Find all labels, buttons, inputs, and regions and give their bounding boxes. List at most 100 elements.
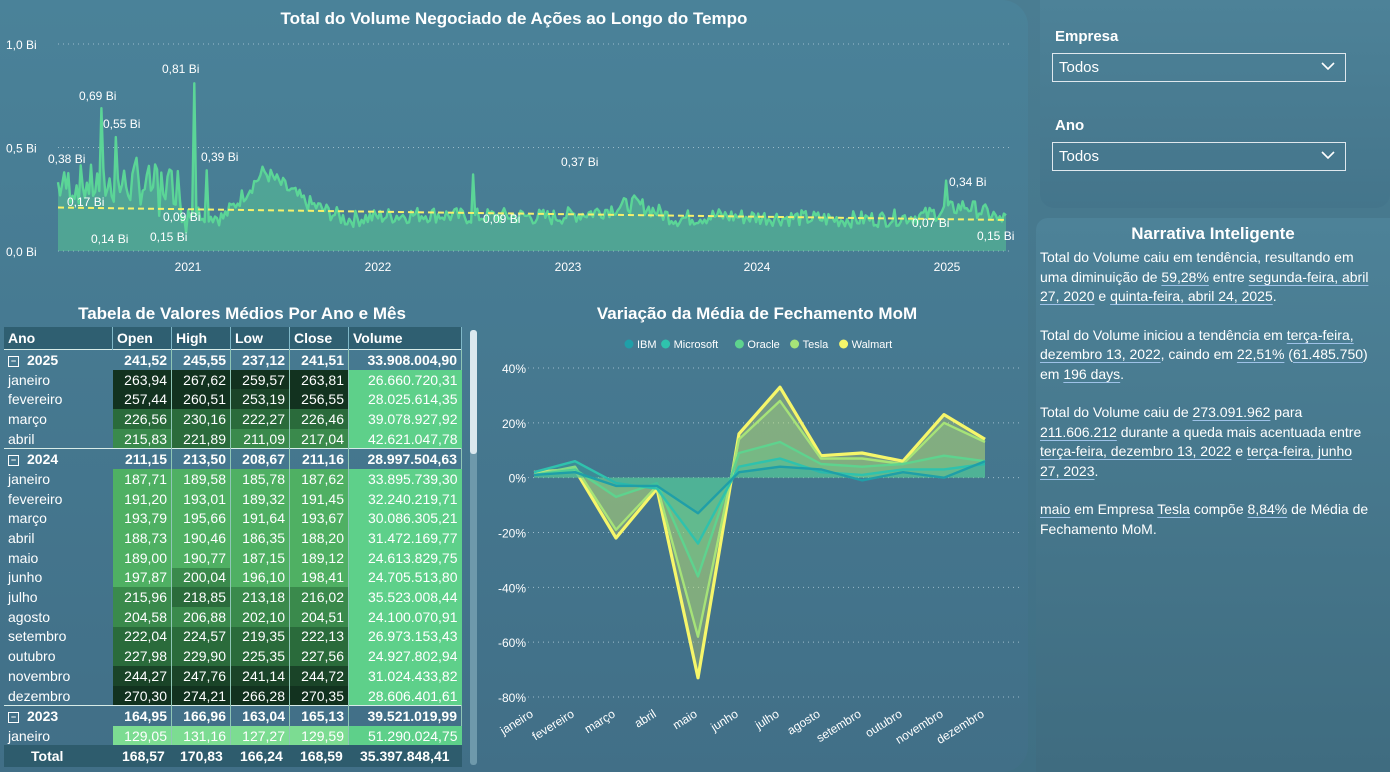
collapse-icon[interactable]: − [8, 455, 19, 467]
ano-label: Ano [1055, 117, 1085, 134]
y-tick-label: -80% [498, 691, 526, 705]
cell-volume: 33.908.004,90 [348, 348, 462, 370]
cell-open: 215,83 [112, 428, 172, 449]
narrative-title: Narrativa Inteligente [1131, 224, 1295, 243]
data-label: 0,09 Bi [163, 210, 200, 224]
table-month-row[interactable]: março 193,79 195,66 191,64 193,67 30.086.305,… [4, 508, 462, 529]
cell-close: 211,16 [289, 448, 349, 470]
table-year-row[interactable]: −2023 164,95 166,96 163,04 165,13 39.521.019,… [4, 705, 462, 727]
cell-volume: 24.927.802,94 [348, 646, 462, 666]
cell-low: 259,57 [230, 369, 290, 390]
table-month-row[interactable]: fevereiro 257,44 260,51 253,19 256,55 28.025.… [4, 389, 462, 410]
total-label: Total [31, 748, 64, 764]
table-month-row[interactable]: março 226,56 230,16 222,27 226,46 39.078.927,… [4, 409, 462, 429]
averages-table[interactable]: Ano Open High Low Close Volume −2025 241,… [4, 327, 462, 746]
cell-low: 208,67 [230, 448, 290, 470]
row-label: fevereiro [8, 391, 63, 408]
cell-close: 227,56 [289, 646, 349, 666]
cell-high: 221,89 [171, 428, 231, 449]
cell-close: 263,81 [289, 369, 349, 390]
row-label-cell[interactable]: −2023 [4, 705, 113, 727]
ano-dropdown[interactable]: Todos [1052, 142, 1346, 171]
table-month-row[interactable]: maio 189,00 190,77 187,15 189,12 24.613.829,7… [4, 547, 462, 568]
total-open: 168,57 [122, 748, 165, 764]
column-header[interactable]: High [171, 327, 231, 350]
cell-high: 267,62 [171, 369, 231, 390]
empresa-dropdown[interactable]: Todos [1052, 53, 1346, 82]
narrative-value: quinta-feira, abril 24, 2025 [1110, 288, 1273, 304]
narrative-value: 211.606.212 [1040, 423, 1117, 440]
table-month-row[interactable]: janeiro 187,71 189,58 185,78 187,62 33.895.73… [4, 469, 462, 489]
cell-high: 274,21 [171, 685, 231, 706]
collapse-icon[interactable]: − [8, 355, 19, 367]
table-month-row[interactable]: abril 188,73 190,46 186,35 188,20 31.472.169,… [4, 528, 462, 548]
narrative-paragraph: Total do Volume caiu de 273.091.962 para… [1040, 403, 1374, 481]
x-tick-label: abril [632, 707, 659, 731]
table-month-row[interactable]: julho 215,96 218,85 213,18 216,02 35.523.008,… [4, 587, 462, 607]
collapse-icon[interactable]: − [8, 712, 19, 724]
cell-open: 227,98 [112, 646, 172, 666]
legend-marker [839, 339, 849, 349]
cell-low: 202,10 [230, 606, 290, 627]
narrative-paragraph: maio em Empresa Tesla compõe 8,84% de Mé… [1040, 500, 1374, 539]
y-tick-label: 0% [509, 472, 527, 486]
table-year-row[interactable]: −2024 211,15 213,50 208,67 211,16 28.997.504,… [4, 448, 462, 470]
column-header[interactable]: Open [112, 327, 172, 350]
x-tick-label: fevereiro [530, 706, 577, 743]
table-total-row: Total 168,57 170,83 166,24 168,59 35.397… [4, 745, 462, 767]
data-label: 0,34 Bi [949, 175, 986, 189]
table-month-row[interactable]: dezembro 270,30 274,21 266,28 270,35 28.606.4… [4, 685, 462, 706]
column-header[interactable]: Low [230, 327, 290, 350]
mom-line-chart[interactable]: IBM Microsoft Oracle Tesla Walmart 40% 20% 0% -2… [484, 330, 1029, 750]
row-label: julho [8, 589, 38, 606]
row-label-cell: março [4, 409, 113, 429]
table-header-row: Ano Open High Low Close Volume [4, 327, 462, 350]
table-month-row[interactable]: novembro 244,27 247,76 241,14 244,72 31.024.4… [4, 666, 462, 686]
cell-volume: 31.024.433,82 [348, 666, 462, 686]
narrative-span: entre [1208, 268, 1249, 285]
volume-area-chart[interactable]: 1,0 Bi 0,5 Bi 0,0 Bi 2021 2022 2023 2024 2025 0,… [0, 0, 1028, 285]
x-tick-label: dezembro [934, 707, 987, 747]
chevron-down-icon [1321, 62, 1335, 71]
table-month-row[interactable]: fevereiro 191,20 193,01 189,32 191,45 32.240.… [4, 488, 462, 509]
cell-open: 193,79 [112, 508, 172, 529]
row-label: maio [8, 549, 39, 566]
table-month-row[interactable]: outubro 227,98 229,90 225,35 227,56 24.927.80… [4, 646, 462, 666]
column-header[interactable]: Ano [4, 327, 113, 350]
column-header[interactable]: Volume [348, 327, 462, 350]
table-month-row[interactable]: junho 197,87 200,04 196,10 198,41 24.705.513,… [4, 567, 462, 588]
table-scroll-thumb[interactable] [470, 330, 477, 454]
cell-close: 270,35 [289, 685, 349, 706]
row-label: junho [8, 569, 43, 586]
row-label-cell[interactable]: −2024 [4, 448, 113, 470]
volume-area-fill [58, 83, 1006, 251]
legend-marker [734, 339, 744, 349]
table-month-row[interactable]: janeiro 129,05 131,16 127,27 129,59 51.290.02… [4, 726, 462, 746]
cell-high: 166,96 [171, 705, 231, 727]
table-month-row[interactable]: abril 215,83 221,89 211,09 217,04 42.621.047,… [4, 428, 462, 449]
column-header[interactable]: Close [289, 327, 349, 350]
table-month-row[interactable]: janeiro 263,94 267,62 259,57 263,81 26.660.72… [4, 369, 462, 390]
row-label-cell[interactable]: −2025 [4, 348, 113, 370]
legend-label: Tesla [803, 339, 830, 351]
narrative-span: . [1094, 462, 1099, 479]
cell-open: 191,20 [112, 488, 172, 509]
cell-close: 204,51 [289, 606, 349, 627]
row-label: novembro [8, 667, 71, 684]
narrative-span: e [1231, 443, 1248, 459]
total-high: 170,83 [180, 748, 223, 764]
narrative-span: compõe [1189, 501, 1248, 517]
table-year-row[interactable]: −2025 241,52 245,55 237,12 241,51 33.908.004,… [4, 348, 462, 370]
table-month-row[interactable]: setembro 222,04 224,57 219,35 222,13 26.973.1… [4, 626, 462, 647]
cell-close: 191,45 [289, 488, 349, 509]
cell-open: 188,73 [112, 528, 172, 548]
cell-low: 222,27 [230, 409, 290, 429]
cell-open: 197,87 [112, 567, 172, 588]
cell-low: 163,04 [230, 705, 290, 727]
table-month-row[interactable]: agosto 204,58 206,88 202,10 204,51 24.100.070… [4, 606, 462, 627]
cell-volume: 26.660.720,31 [348, 369, 462, 390]
row-label: abril [8, 430, 35, 447]
cell-low: 196,10 [230, 567, 290, 588]
cell-volume: 30.086.305,21 [348, 508, 462, 529]
cell-high: 189,58 [171, 469, 231, 489]
